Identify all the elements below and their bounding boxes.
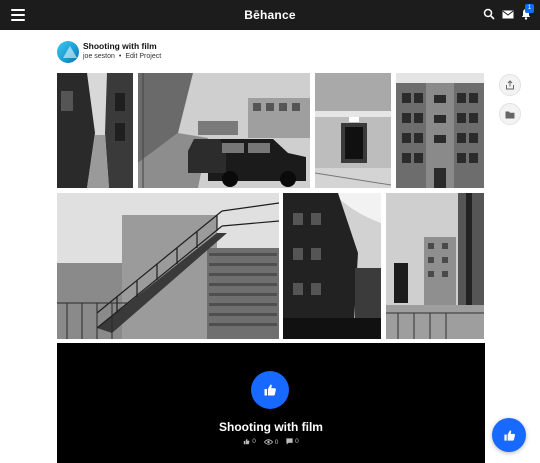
owner-link[interactable]: joe seston	[83, 53, 115, 60]
comments-count: 0	[295, 438, 299, 445]
behance-logo[interactable]: Bēhance	[244, 8, 295, 22]
thumbs-up-icon	[503, 429, 515, 441]
photo-parked-cars[interactable]	[138, 73, 310, 188]
mail-icon[interactable]	[502, 10, 514, 19]
photo-alley-street[interactable]	[57, 73, 133, 188]
photo-doorway[interactable]	[315, 73, 391, 188]
share-icon	[506, 80, 514, 90]
project-meta: joe seston • Edit Project	[83, 53, 161, 60]
footer-project-title: Shooting with film	[219, 420, 323, 434]
folder-icon	[505, 111, 515, 118]
top-navigation-bar: Bēhance 1	[0, 0, 540, 30]
views-stat: 0	[263, 438, 279, 446]
thumbs-up-icon	[264, 384, 276, 396]
views-count: 0	[274, 438, 279, 446]
search-icon[interactable]	[483, 8, 495, 20]
project-title: Shooting with film	[83, 41, 157, 51]
project-stats: 0 0 0	[57, 438, 485, 447]
floating-appreciate-button[interactable]	[492, 418, 526, 452]
photo-industrial-tower[interactable]	[386, 193, 484, 339]
comment-icon	[286, 438, 293, 445]
meta-separator: •	[118, 53, 122, 60]
photo-fire-escape-stairs[interactable]	[57, 193, 279, 339]
appreciate-button[interactable]	[251, 371, 289, 409]
edit-project-link[interactable]: Edit Project	[125, 53, 161, 60]
eye-icon	[263, 439, 273, 445]
avatar[interactable]	[57, 41, 79, 63]
thumbs-up-icon	[244, 438, 250, 445]
share-button[interactable]	[499, 74, 521, 96]
save-to-collection-button[interactable]	[499, 103, 521, 125]
appreciations-stat: 0	[243, 438, 256, 445]
notification-badge: 1	[525, 4, 534, 13]
comments-stat: 0	[286, 438, 299, 445]
appreciations-count: 0	[252, 438, 256, 445]
photo-tall-building[interactable]	[396, 73, 484, 188]
project-footer: Shooting with film 0 0 0	[57, 343, 485, 463]
photo-dark-building-sky[interactable]	[283, 193, 381, 339]
project-page: Shooting with film joe seston • Edit Proje…	[0, 30, 540, 463]
